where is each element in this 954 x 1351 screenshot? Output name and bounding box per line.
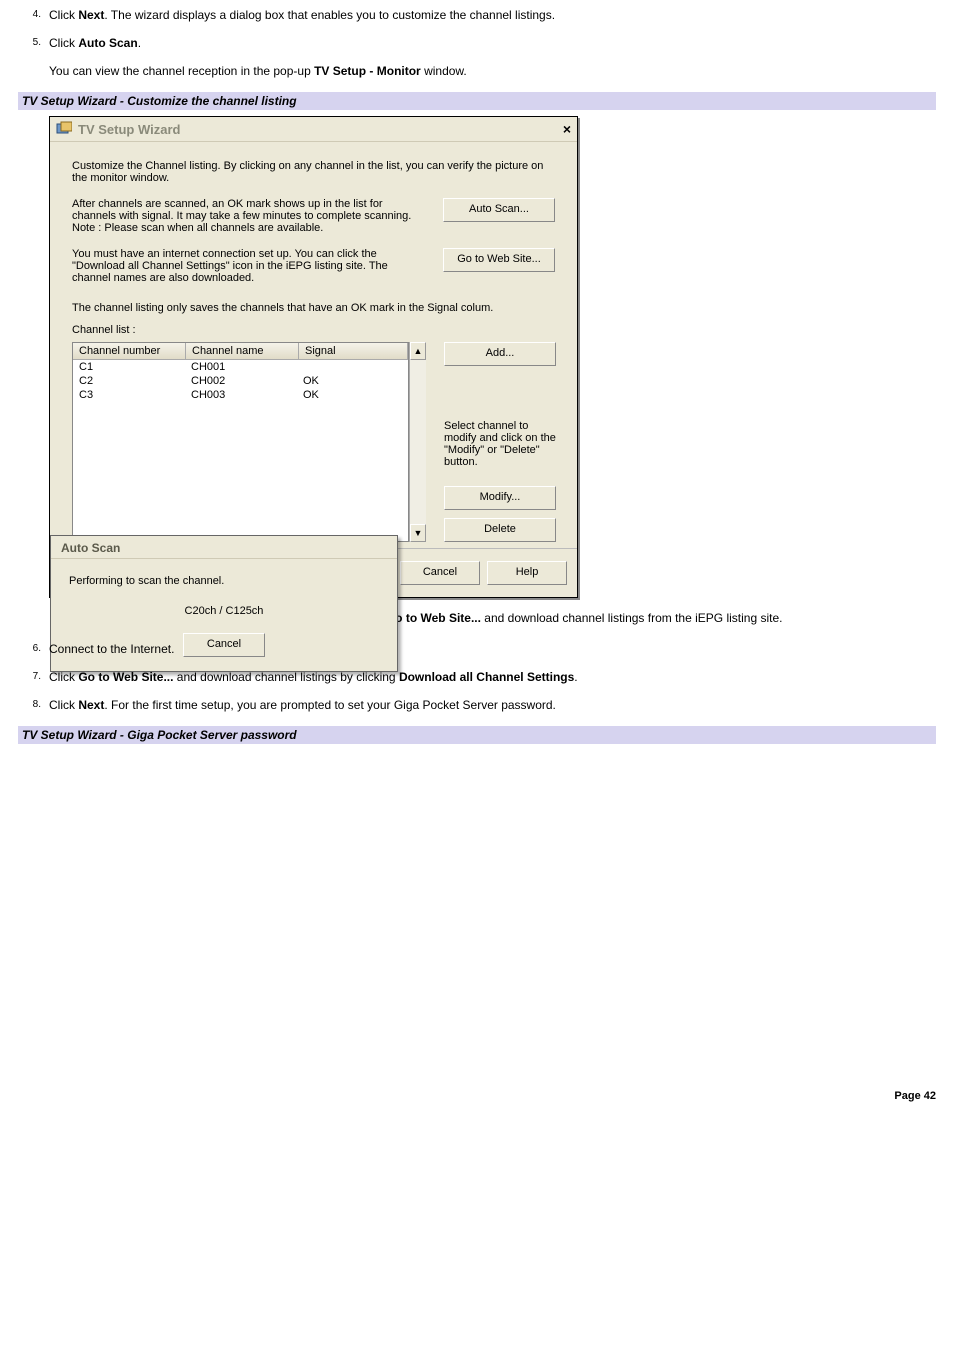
go-to-web-site-button[interactable]: Go to Web Site... [443, 248, 555, 272]
cancel-button[interactable]: Cancel [400, 561, 480, 585]
wizard-icon [56, 121, 72, 137]
tv-setup-wizard-dialog: TV Setup Wizard × Customize the Channel … [49, 116, 578, 598]
step-8-text: Click Next. For the first time setup, yo… [49, 698, 556, 712]
step-5-subpara: You can view the channel reception in th… [49, 64, 954, 78]
step-4-text: Click Next. The wizard displays a dialog… [49, 8, 555, 22]
scroll-up-icon[interactable]: ▲ [410, 342, 426, 360]
channel-list-table[interactable]: Channel number Channel name Signal C1 CH… [72, 342, 409, 542]
wizard-save-note: The channel listing only saves the chann… [72, 302, 555, 314]
col-header-signal[interactable]: Signal [299, 343, 408, 359]
channel-list-label: Channel list : [72, 324, 555, 336]
wizard-web-text: You must have an internet connection set… [72, 248, 412, 284]
modify-button[interactable]: Modify... [444, 486, 556, 510]
add-button[interactable]: Add... [444, 342, 556, 366]
modify-help-text: Select channel to modify and click on th… [444, 420, 556, 468]
table-row[interactable]: C3 CH003 OK [73, 388, 408, 402]
page-number: Page 42 [894, 1090, 936, 1102]
step-7-text: Click Go to Web Site... and download cha… [49, 670, 578, 684]
wizard-intro: Customize the Channel listing. By clicki… [72, 160, 555, 184]
section-heading-password: TV Setup Wizard - Giga Pocket Server pas… [18, 726, 936, 744]
step-6-text: Connect to the Internet. [49, 642, 174, 656]
auto-scan-title: Auto Scan [51, 536, 397, 559]
section-heading-customize: TV Setup Wizard - Customize the channel … [18, 92, 936, 110]
wizard-scan-text: After channels are scanned, an OK mark s… [72, 198, 412, 234]
delete-button[interactable]: Delete [444, 518, 556, 542]
close-icon[interactable]: × [563, 121, 571, 137]
table-row[interactable]: C1 CH001 [73, 360, 408, 374]
step-5-text: Click Auto Scan. [49, 36, 141, 50]
scroll-down-icon[interactable]: ▼ [410, 524, 426, 542]
table-row[interactable]: C2 CH002 OK [73, 374, 408, 388]
auto-scan-message: Performing to scan the channel. [69, 575, 379, 587]
scrollbar[interactable]: ▲ ▼ [409, 342, 426, 542]
col-header-name[interactable]: Channel name [186, 343, 299, 359]
auto-scan-progress: C20ch / C125ch [69, 605, 379, 617]
col-header-number[interactable]: Channel number [73, 343, 186, 359]
wizard-title: TV Setup Wizard [78, 122, 180, 137]
help-button[interactable]: Help [487, 561, 567, 585]
auto-scan-button[interactable]: Auto Scan... [443, 198, 555, 222]
